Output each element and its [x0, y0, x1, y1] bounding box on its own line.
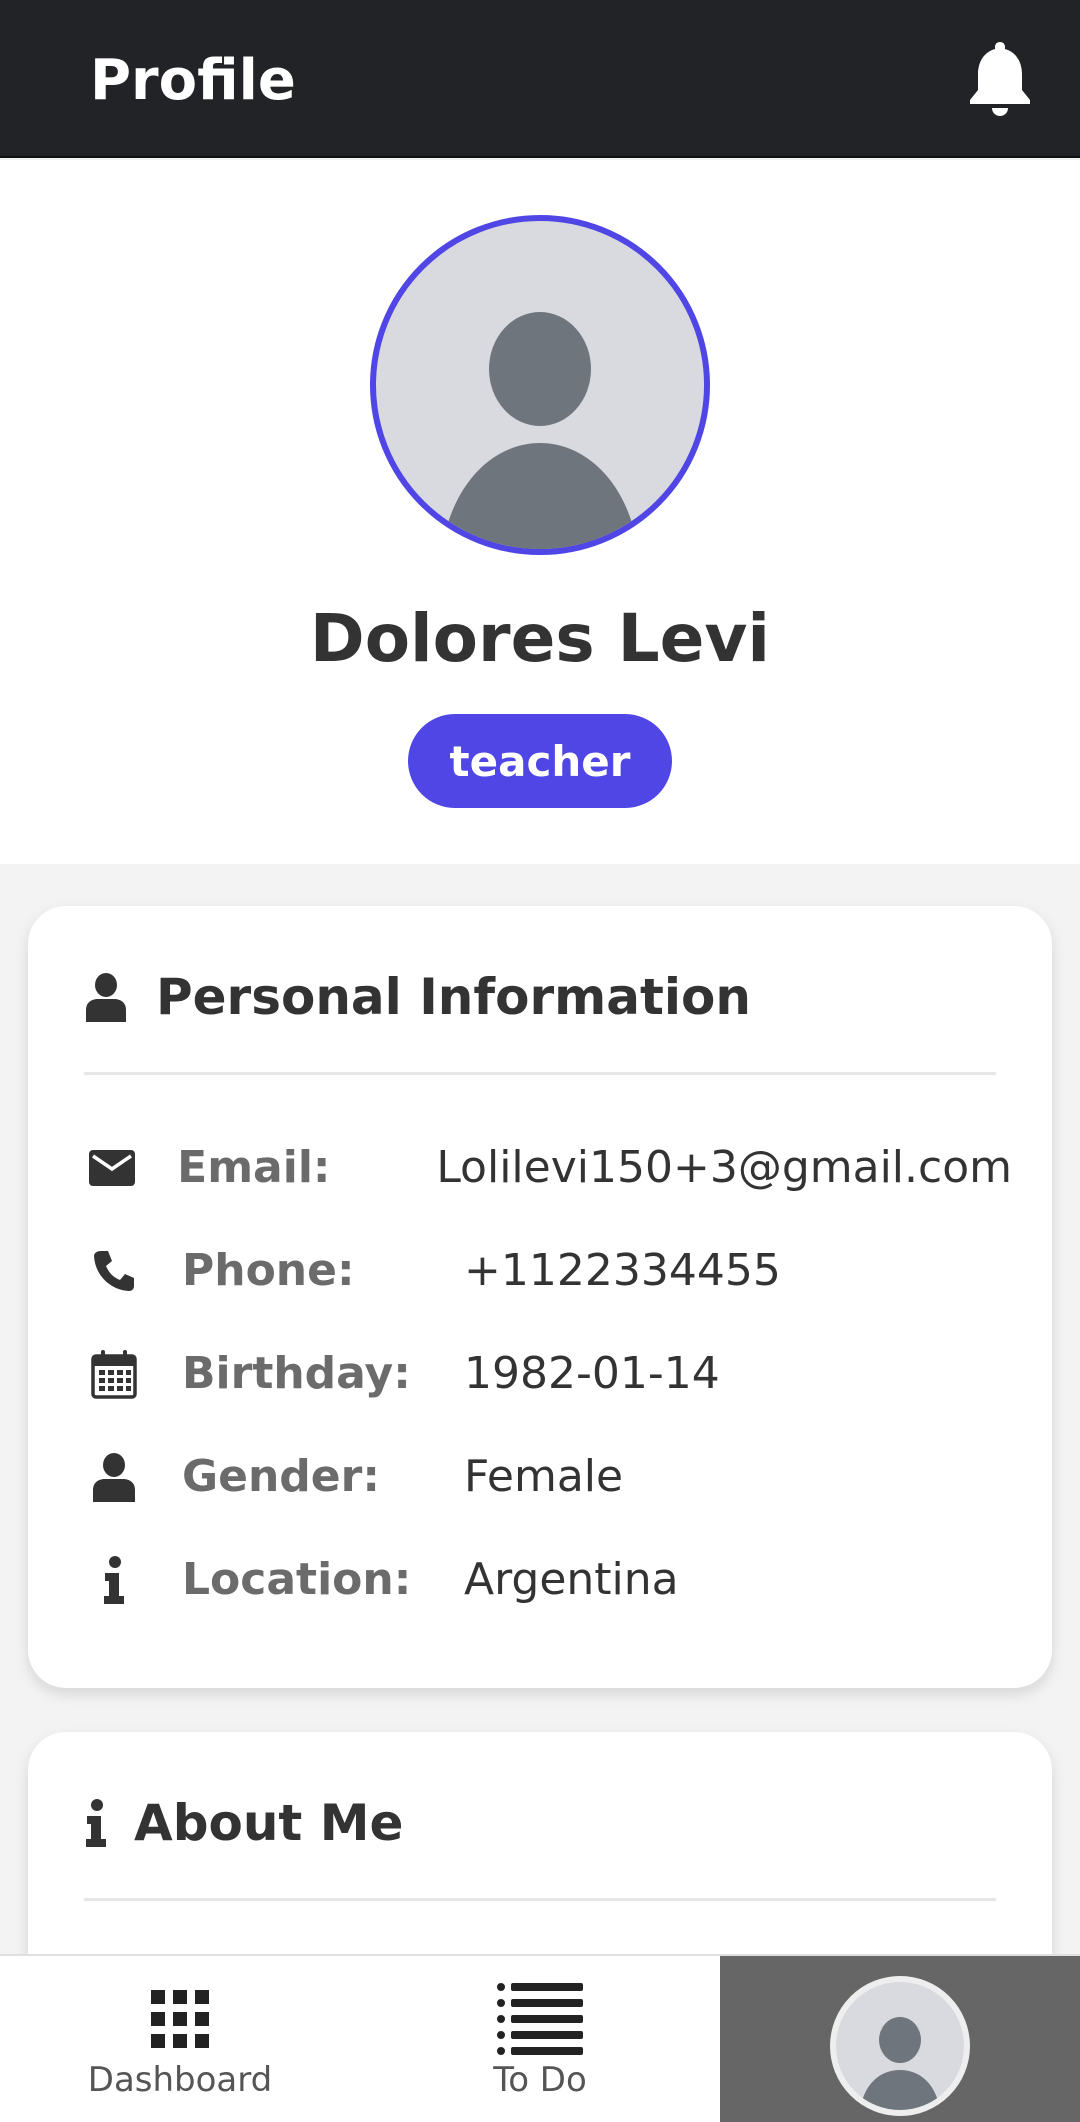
- avatar-icon: [830, 1976, 970, 2116]
- personal-information-card: Personal Information Email: Lolilevi150+…: [28, 906, 1052, 1688]
- calendar-icon: [84, 1344, 144, 1404]
- info-icon: [84, 1550, 144, 1610]
- top-app-bar: Profile: [0, 0, 1080, 158]
- user-icon: [84, 1447, 144, 1507]
- bottom-navigation: Dashboard To Do: [0, 1954, 1080, 2122]
- nav-todo[interactable]: To Do: [420, 1956, 660, 2122]
- profile-screen: Profile Dolores Levi teacher Personal In…: [0, 0, 1080, 2122]
- phone-icon: [84, 1241, 144, 1301]
- info-row-email: Email: Lolilevi150+3@gmail.com: [84, 1116, 1012, 1219]
- profile-hero: Dolores Levi teacher: [0, 160, 1080, 864]
- phone-label: Phone:: [182, 1245, 355, 1296]
- nav-dashboard[interactable]: Dashboard: [60, 1956, 300, 2122]
- birthday-value[interactable]: 1982-01-14: [464, 1348, 720, 1399]
- info-row-phone: Phone: +1122334455: [84, 1219, 1012, 1322]
- card-header: About Me: [84, 1794, 403, 1852]
- bell-icon[interactable]: [964, 38, 1036, 118]
- page-title: Profile: [90, 48, 296, 113]
- location-value[interactable]: Argentina: [464, 1554, 679, 1605]
- user-placeholder-icon: [442, 312, 638, 549]
- divider: [84, 1072, 996, 1075]
- location-label: Location:: [182, 1554, 412, 1605]
- info-list: Email: Lolilevi150+3@gmail.com Phone: +1…: [84, 1116, 1012, 1631]
- role-badge: teacher: [408, 714, 672, 808]
- info-row-birthday: Birthday: 1982-01-14: [84, 1322, 1012, 1425]
- card-header: Personal Information: [84, 968, 751, 1026]
- info-row-gender: Gender: Female: [84, 1425, 1012, 1528]
- nav-todo-label: To Do: [493, 2060, 587, 2100]
- user-icon: [84, 970, 128, 1024]
- envelope-icon: [84, 1138, 139, 1198]
- avatar[interactable]: [370, 215, 710, 555]
- gender-value[interactable]: Female: [464, 1451, 623, 1502]
- card-title: Personal Information: [156, 968, 751, 1026]
- grid-icon: [151, 1986, 209, 2052]
- email-label: Email:: [177, 1142, 331, 1193]
- phone-value[interactable]: +1122334455: [464, 1245, 781, 1296]
- email-value[interactable]: Lolilevi150+3@gmail.com: [436, 1142, 1012, 1193]
- profile-name: Dolores Levi: [309, 600, 771, 677]
- info-row-location: Location: Argentina: [84, 1528, 1012, 1631]
- info-icon: [84, 1796, 108, 1850]
- divider: [84, 1898, 996, 1901]
- list-icon: [497, 1983, 583, 2055]
- card-title: About Me: [134, 1794, 404, 1852]
- gender-label: Gender:: [182, 1451, 380, 1502]
- nav-profile[interactable]: [720, 1956, 1080, 2122]
- nav-dashboard-label: Dashboard: [87, 2060, 273, 2100]
- birthday-label: Birthday:: [182, 1348, 411, 1399]
